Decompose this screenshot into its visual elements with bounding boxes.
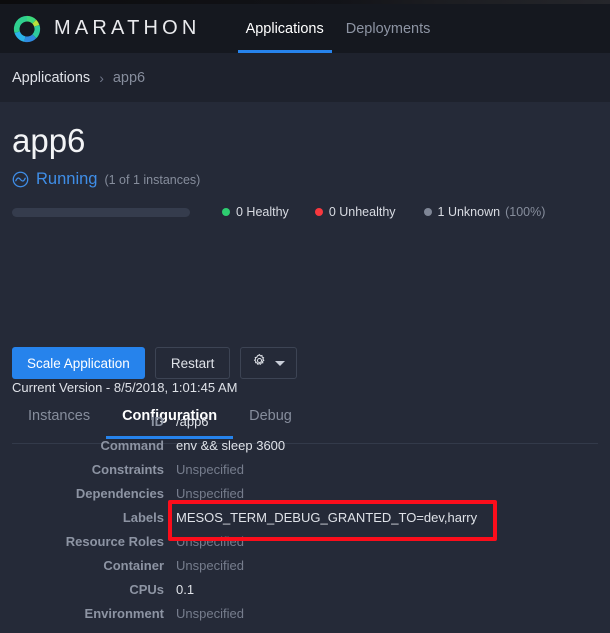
healthy-dot-icon	[222, 208, 230, 216]
config-key: CPUs	[129, 582, 164, 597]
health-unknown: 1 Unknown (100%)	[423, 205, 546, 219]
status-instances-count: (1 of 1 instances)	[104, 172, 201, 187]
config-key: Container	[103, 558, 164, 573]
config-key: Environment	[84, 606, 164, 621]
breadcrumb: Applications › app6	[0, 53, 610, 102]
config-row-cpus: CPUs 0.1	[0, 582, 610, 606]
running-wave-icon	[12, 171, 29, 188]
config-value: Unspecified	[176, 534, 244, 549]
breadcrumb-item-app6[interactable]: app6	[113, 70, 145, 86]
config-value: Unspecified	[176, 462, 244, 477]
chevron-down-icon	[275, 360, 286, 366]
marathon-app-detail-screen: MARATHON Applications Deployments Applic…	[0, 0, 610, 633]
config-key: Resource Roles	[65, 534, 164, 549]
app-status-row: Running (1 of 1 instances)	[12, 170, 200, 189]
action-button-row: Scale Application Restart	[12, 347, 298, 379]
config-row-id: ID /app6	[0, 414, 610, 438]
config-row-labels: Labels MESOS_TERM_DEBUG_GRANTED_TO=dev,h…	[0, 510, 610, 534]
settings-dropdown-button[interactable]	[240, 347, 298, 379]
page-body: app6 Running (1 of 1 instances) 0 Health…	[0, 102, 610, 633]
config-key: Dependencies	[75, 486, 164, 501]
config-key: Command	[100, 438, 164, 453]
gear-icon	[252, 353, 267, 373]
config-key: Constraints	[91, 462, 164, 477]
config-row-command: Command env && sleep 3600	[0, 438, 610, 462]
health-unhealthy: 0 Unhealthy	[314, 205, 396, 219]
config-value: Unspecified	[176, 558, 244, 573]
navbar-menu: Applications Deployments	[235, 4, 442, 53]
unhealthy-dot-icon	[314, 208, 323, 216]
status-label: Running	[36, 170, 98, 188]
health-summary-row: 0 Healthy 0 Unhealthy 1 Unknown (100%)	[12, 205, 598, 219]
config-row-constraints: Constraints Unspecified	[0, 462, 610, 486]
health-progress-bar	[12, 207, 190, 217]
top-navbar: MARATHON Applications Deployments	[0, 4, 610, 53]
unhealthy-label: 0 Unhealthy	[328, 205, 396, 219]
configuration-table: ID /app6 Command env && sleep 3600 Const…	[0, 414, 610, 630]
scale-application-button[interactable]: Scale Application	[12, 347, 145, 379]
nav-item-deployments[interactable]: Deployments	[335, 4, 442, 53]
restart-button[interactable]: Restart	[154, 347, 231, 379]
breadcrumb-separator-icon: ›	[99, 69, 104, 86]
unknown-dot-icon	[423, 208, 432, 216]
unknown-percent: (100%)	[505, 205, 546, 219]
config-value: MESOS_TERM_DEBUG_GRANTED_TO=dev,harry	[176, 510, 478, 525]
health-healthy: 0 Healthy	[222, 205, 289, 219]
healthy-label: 0 Healthy	[236, 205, 289, 219]
config-row-environment: Environment Unspecified	[0, 606, 610, 630]
config-value: /app6	[176, 414, 209, 429]
config-value: Unspecified	[176, 486, 244, 501]
config-value: 0.1	[176, 582, 195, 597]
current-version-label: Current Version - 8/5/2018, 1:01:45 AM	[12, 380, 238, 395]
config-row-resource-roles: Resource Roles Unspecified	[0, 534, 610, 558]
page-title: app6	[12, 122, 86, 159]
config-row-dependencies: Dependencies Unspecified	[0, 486, 610, 510]
config-value: Unspecified	[176, 606, 244, 621]
config-value: env && sleep 3600	[176, 438, 286, 453]
brand-name: MARATHON	[54, 17, 201, 39]
breadcrumb-item-applications[interactable]: Applications	[12, 70, 90, 86]
config-key: ID	[151, 414, 164, 429]
config-key: Labels	[122, 510, 164, 525]
nav-item-applications[interactable]: Applications	[235, 4, 335, 53]
brand-logo-group[interactable]: MARATHON	[12, 14, 201, 44]
marathon-donut-logo-icon	[12, 14, 42, 44]
unknown-label: 1 Unknown	[437, 205, 501, 219]
config-row-container: Container Unspecified	[0, 558, 610, 582]
